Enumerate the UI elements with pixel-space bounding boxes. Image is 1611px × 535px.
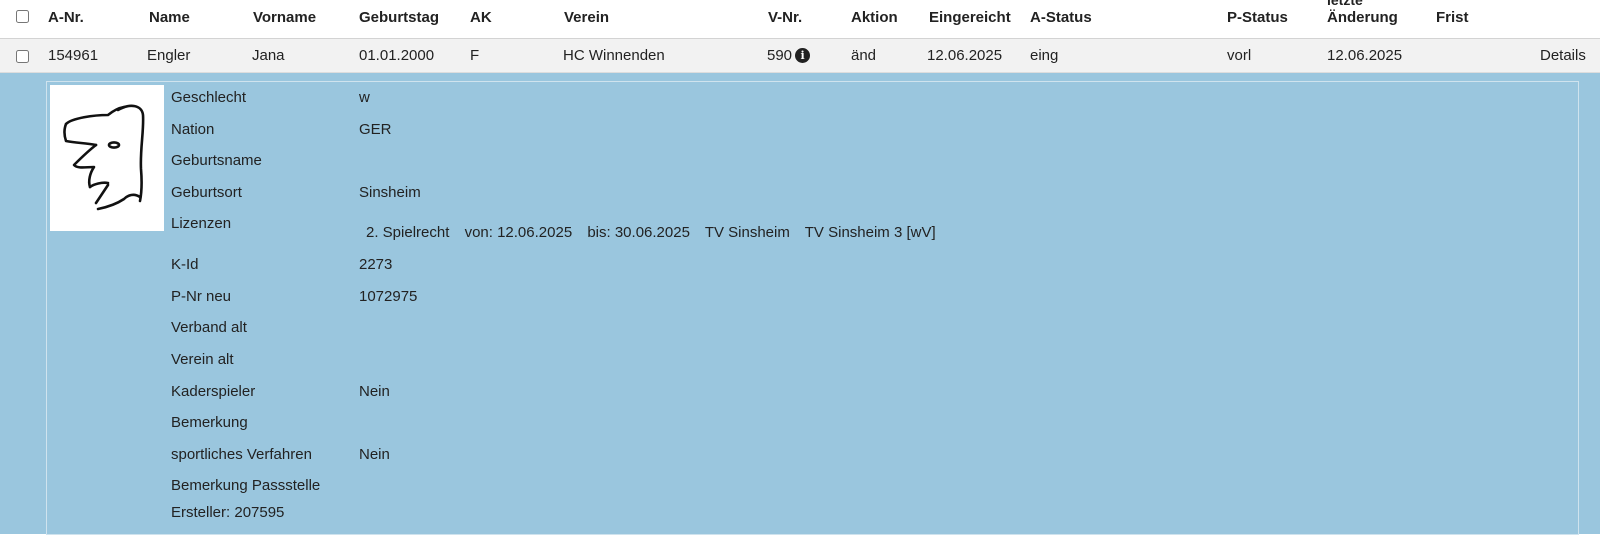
value-nation: GER	[359, 121, 392, 138]
label-geburtsname: Geburtsname	[171, 152, 262, 169]
label-k-id: K-Id	[171, 256, 199, 273]
label-verband-alt: Verband alt	[171, 319, 247, 336]
label-nation: Nation	[171, 121, 215, 138]
value-k-id: 2273	[359, 256, 393, 273]
col-name[interactable]: Name	[149, 9, 190, 26]
detail-panel	[0, 73, 1600, 535]
col-aenderung[interactable]: Änderung	[1327, 9, 1398, 26]
value-kaderspieler: Nein	[359, 383, 390, 400]
details-link[interactable]: Details	[1540, 47, 1586, 64]
col-a-status[interactable]: A-Status	[1030, 9, 1092, 26]
select-all-checkbox[interactable]	[16, 10, 29, 23]
lizenz-typ: 2. Spielrecht	[366, 224, 450, 241]
label-p-nr-neu: P-Nr neu	[171, 288, 232, 305]
col-vorname[interactable]: Vorname	[253, 9, 316, 26]
a-nr-link[interactable]: 154961	[48, 47, 98, 64]
col-geburtstag[interactable]: Geburtstag	[359, 9, 439, 26]
cell-geburtstag: 01.01.2000	[359, 47, 435, 64]
col-letzte-cut: letzte	[1327, 0, 1363, 8]
player-photo-sketch	[63, 104, 145, 211]
cell-verein: HC Winnenden	[563, 47, 665, 64]
cell-vorname: Jana	[252, 47, 285, 64]
row-checkbox[interactable]	[16, 50, 29, 63]
col-frist[interactable]: Frist	[1436, 9, 1469, 26]
cell-a-status: eing	[1030, 47, 1059, 64]
lizenz-verein: TV Sinsheim	[704, 224, 790, 241]
lizenz-bis: bis: 30.06.2025	[587, 224, 690, 241]
col-eingereicht[interactable]: Eingereicht	[929, 9, 1011, 26]
cell-v-nr: 590 i	[767, 47, 811, 64]
table-header: A-Nr. Name Vorname Geburtstag AK Verein …	[0, 0, 1600, 39]
value-geburtsort: Sinsheim	[359, 184, 421, 201]
col-v-nr[interactable]: V-Nr.	[768, 9, 802, 26]
cell-p-status: vorl	[1227, 47, 1252, 64]
value-sportliches-verfahren: Nein	[359, 446, 390, 463]
info-circle-icon[interactable]: i	[795, 48, 811, 63]
value-geschlecht: w	[359, 89, 370, 106]
col-verein[interactable]: Verein	[564, 9, 609, 26]
lizenz-mannschaft: TV Sinsheim 3 [wV]	[804, 224, 936, 241]
col-aktion[interactable]: Aktion	[851, 9, 898, 26]
label-sportliches-verfahren: sportliches Verfahren	[171, 446, 312, 463]
lizenz-entry: 2. Spielrecht von: 12.06.2025 bis: 30.06…	[366, 224, 947, 241]
label-verein-alt: Verein alt	[171, 351, 234, 368]
cell-aenderung: 12.06.2025	[1327, 47, 1403, 64]
col-a-nr[interactable]: A-Nr.	[48, 9, 84, 26]
ersteller-text: Ersteller: 207595	[171, 504, 285, 521]
detail-panel-border	[46, 81, 1579, 535]
label-lizenzen: Lizenzen	[171, 215, 232, 232]
cell-aktion: änd	[851, 47, 877, 64]
cell-eingereicht: 12.06.2025	[927, 47, 1003, 64]
label-bemerkung: Bemerkung	[171, 414, 248, 431]
col-p-status[interactable]: P-Status	[1227, 9, 1288, 26]
label-kaderspieler: Kaderspieler	[171, 383, 256, 400]
p-nr-neu-link[interactable]: 1072975	[359, 288, 417, 305]
col-ak[interactable]: AK	[470, 9, 492, 26]
label-geburtsort: Geburtsort	[171, 184, 242, 201]
player-photo	[50, 85, 164, 231]
v-nr-value: 590	[767, 47, 793, 64]
cell-ak: F	[470, 47, 480, 64]
table-row[interactable]: 154961 Engler Jana 01.01.2000 F HC Winne…	[0, 39, 1600, 73]
label-geschlecht: Geschlecht	[171, 89, 247, 106]
label-bemerkung-passstelle: Bemerkung Passstelle	[171, 477, 321, 494]
lizenz-von: von: 12.06.2025	[464, 224, 573, 241]
cell-name: Engler	[147, 47, 191, 64]
